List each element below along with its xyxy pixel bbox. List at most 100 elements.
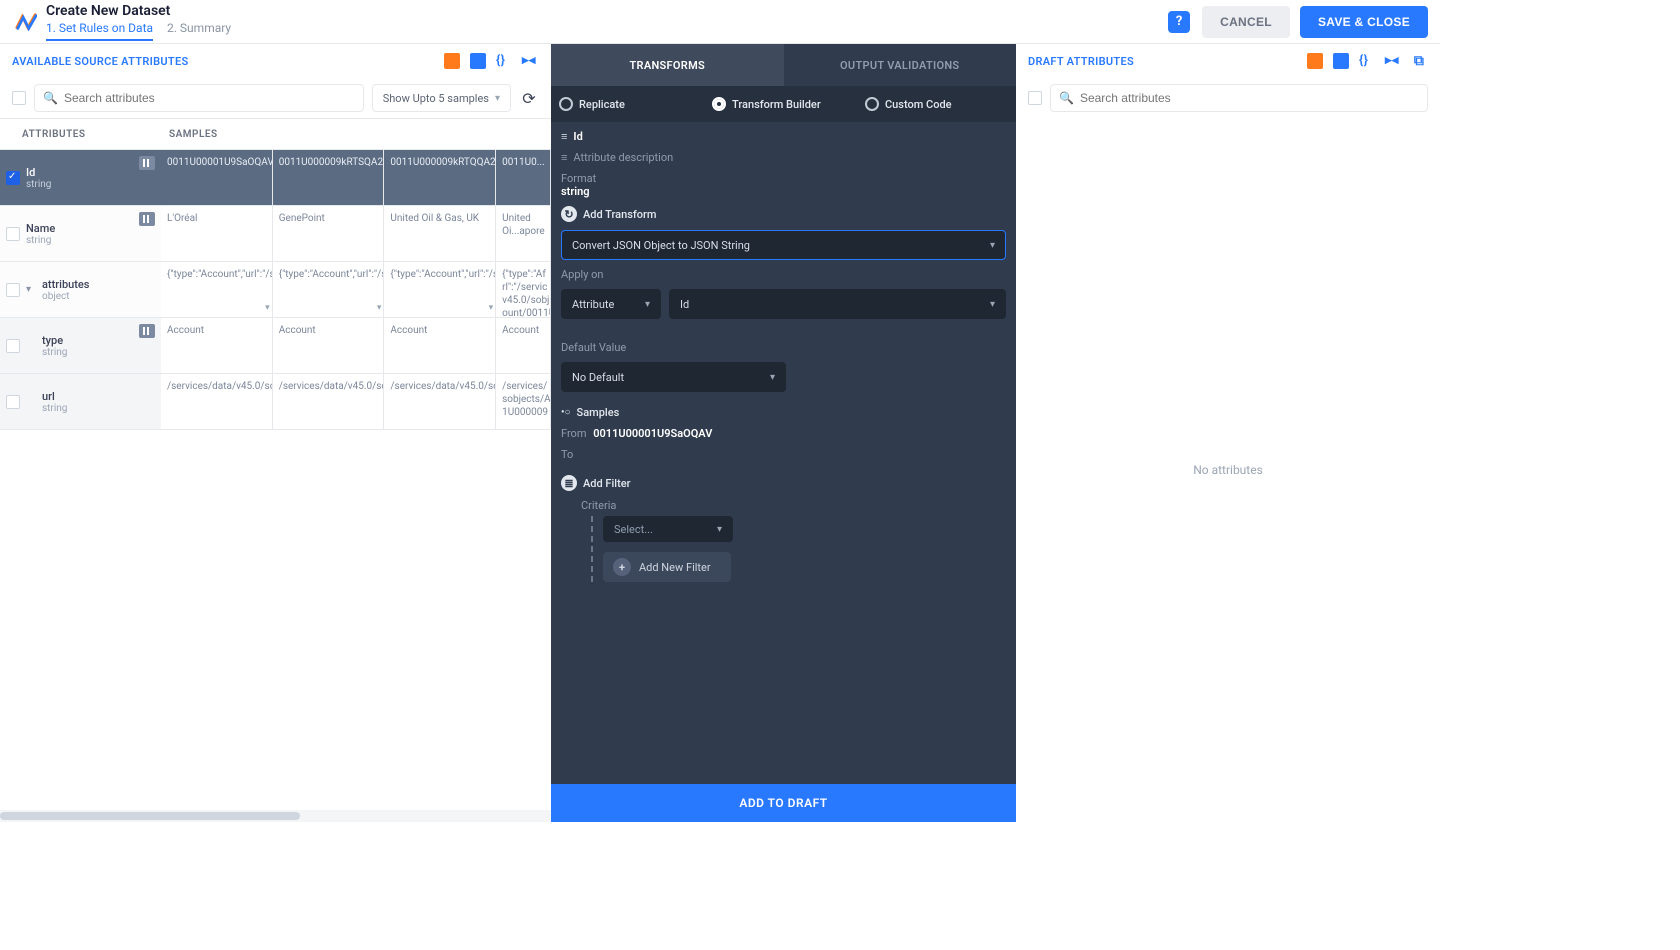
add-new-filter-button[interactable]: +Add New Filter	[603, 552, 731, 582]
mode-custom-code[interactable]: Custom Code	[865, 97, 1008, 111]
format-label: Format	[561, 172, 1006, 185]
sample-cell: /services/ sobjects/A 1U000009	[496, 374, 551, 429]
step-1[interactable]: 1. Set Rules on Data	[46, 21, 153, 41]
tab-transforms[interactable]: TRANSFORMS	[551, 44, 784, 86]
tab-output-validations[interactable]: OUTPUT VALIDATIONS	[784, 44, 1017, 86]
apply-type-select[interactable]: Attribute▾	[561, 289, 661, 319]
column-header-samples: SAMPLES	[161, 129, 551, 140]
samples-label: Samples	[577, 406, 620, 419]
sample-from-value: 0011U00001U9SaOQAV	[593, 427, 712, 440]
view-grid-icon[interactable]	[469, 52, 487, 70]
sample-count-select[interactable]: Show Upto 5 samples ▾	[372, 84, 511, 112]
view-list-icon[interactable]	[1306, 52, 1324, 70]
samples-column: 0011U00001U9SaOQAV 0011U000009kRTSQA2 00…	[161, 150, 551, 430]
samples-icon: •○	[561, 407, 571, 418]
view-json-icon[interactable]: {}	[1358, 52, 1376, 70]
transform-select[interactable]: Convert JSON Object to JSON String ▾	[561, 230, 1006, 260]
histogram-icon[interactable]	[139, 212, 155, 226]
cancel-button[interactable]: CANCEL	[1202, 6, 1290, 38]
sample-cell: United Oil & Gas, UK	[384, 206, 496, 261]
add-transform-label: Add Transform	[583, 208, 657, 221]
view-json-icon[interactable]: {}	[495, 52, 513, 70]
mode-transform-builder[interactable]: Transform Builder	[712, 97, 855, 111]
refresh-button[interactable]: ⟳	[519, 88, 539, 108]
search-input-wrapper: 🔍	[1050, 84, 1428, 112]
attr-name: type	[42, 334, 67, 347]
row-checkbox[interactable]	[6, 283, 20, 297]
sample-cell: 0011U000009kRTQQA2	[384, 150, 496, 205]
attribute-row-id[interactable]: Idstring	[0, 150, 161, 206]
attr-type: object	[42, 291, 89, 302]
edit-desc-icon: ≡	[561, 151, 567, 164]
save-close-button[interactable]: SAVE & CLOSE	[1300, 6, 1428, 38]
page-header: Create New Dataset 1. Set Rules on Data …	[0, 0, 1440, 44]
select-all-draft-checkbox[interactable]	[1028, 91, 1042, 105]
cell-dropdown-icon[interactable]: ▾	[265, 303, 270, 315]
sample-to-label: To	[561, 448, 573, 461]
add-to-draft-button[interactable]: ADD TO DRAFT	[551, 784, 1016, 822]
copy-icon[interactable]: ⧉	[1410, 52, 1428, 70]
sample-cell: {"type":"Af rl":"/servic v45.0/sobj ount…	[496, 262, 551, 317]
search-icon: 🔍	[1059, 91, 1074, 105]
column-header-attributes: ATTRIBUTES	[0, 129, 161, 140]
step-2[interactable]: 2. Summary	[167, 21, 231, 41]
sample-cell: Account	[273, 318, 385, 373]
transform-value: Convert JSON Object to JSON String	[572, 239, 750, 252]
attr-name: url	[42, 390, 67, 403]
save-view-icon[interactable]: ▸◂	[521, 52, 539, 70]
sample-count-label: Show Upto 5 samples	[383, 92, 489, 105]
row-checkbox[interactable]	[6, 227, 20, 241]
search-attributes-input[interactable]	[64, 91, 355, 105]
attr-name: attributes	[42, 278, 89, 291]
view-grid-icon[interactable]	[1332, 52, 1350, 70]
expand-caret-icon[interactable]: ▾	[26, 284, 36, 295]
attribute-row-type[interactable]: typestring	[0, 318, 161, 374]
draft-attributes-title: DRAFT ATTRIBUTES	[1028, 55, 1134, 68]
chevron-down-icon: ▾	[990, 240, 995, 251]
default-value-select[interactable]: No Default ▾	[561, 362, 786, 392]
apply-type-value: Attribute	[572, 298, 614, 311]
attribute-column: Idstring Namestring ▾ attributesobject	[0, 150, 161, 430]
criteria-select[interactable]: Select...▾	[603, 516, 733, 542]
attribute-row-name[interactable]: Namestring	[0, 206, 161, 262]
sample-cell: {"type":"Account","url":"/services/data/…	[161, 262, 273, 317]
sample-cell: 0011U000009kRTSQA2	[273, 150, 385, 205]
search-draft-input[interactable]	[1080, 91, 1419, 105]
sample-row: Account Account Account Account	[161, 318, 551, 374]
apply-on-label: Apply on	[561, 268, 1006, 281]
horizontal-scrollbar[interactable]	[0, 810, 551, 822]
sample-from-label: From	[561, 427, 586, 440]
attribute-name-value: Id	[573, 130, 582, 143]
attribute-desc-placeholder[interactable]: Attribute description	[573, 151, 673, 164]
default-value: No Default	[572, 371, 624, 384]
sample-cell: {"type":"Account","url":"/services/data/…	[273, 262, 385, 317]
row-checkbox[interactable]	[6, 395, 20, 409]
attribute-row-attributes[interactable]: ▾ attributesobject	[0, 262, 161, 318]
sample-cell: L'Oréal	[161, 206, 273, 261]
row-checkbox[interactable]	[6, 171, 20, 185]
attribute-row-url[interactable]: urlstring	[0, 374, 161, 430]
mode-label: Transform Builder	[732, 98, 821, 111]
histogram-icon[interactable]	[139, 156, 155, 170]
search-icon: 🔍	[43, 91, 58, 105]
attr-type: string	[42, 403, 67, 414]
select-all-checkbox[interactable]	[12, 91, 26, 105]
sample-cell: 0011U00001U9SaOQAV	[161, 150, 273, 205]
view-list-icon[interactable]	[443, 52, 461, 70]
chevron-down-icon: ▾	[770, 372, 775, 383]
transforms-panel: TRANSFORMS OUTPUT VALIDATIONS Replicate …	[551, 44, 1016, 822]
attr-type: string	[26, 179, 51, 190]
apply-target-select[interactable]: Id▾	[669, 289, 1006, 319]
sample-cell: Account	[496, 318, 551, 373]
sample-cell: {"type":"Account","url":"/services/data/…	[384, 262, 496, 317]
cell-dropdown-icon[interactable]: ▾	[377, 303, 382, 315]
sample-cell: United Oi...apore	[496, 206, 551, 261]
help-button[interactable]: ?	[1168, 11, 1190, 33]
row-checkbox[interactable]	[6, 339, 20, 353]
sample-row: 0011U00001U9SaOQAV 0011U000009kRTSQA2 00…	[161, 150, 551, 206]
sample-cell: /services/data/v45.0/sobjects/Account/00…	[161, 374, 273, 429]
histogram-icon[interactable]	[139, 324, 155, 338]
cell-dropdown-icon[interactable]: ▾	[489, 303, 494, 315]
save-view-icon[interactable]: ▸◂	[1384, 52, 1402, 70]
mode-replicate[interactable]: Replicate	[559, 97, 702, 111]
